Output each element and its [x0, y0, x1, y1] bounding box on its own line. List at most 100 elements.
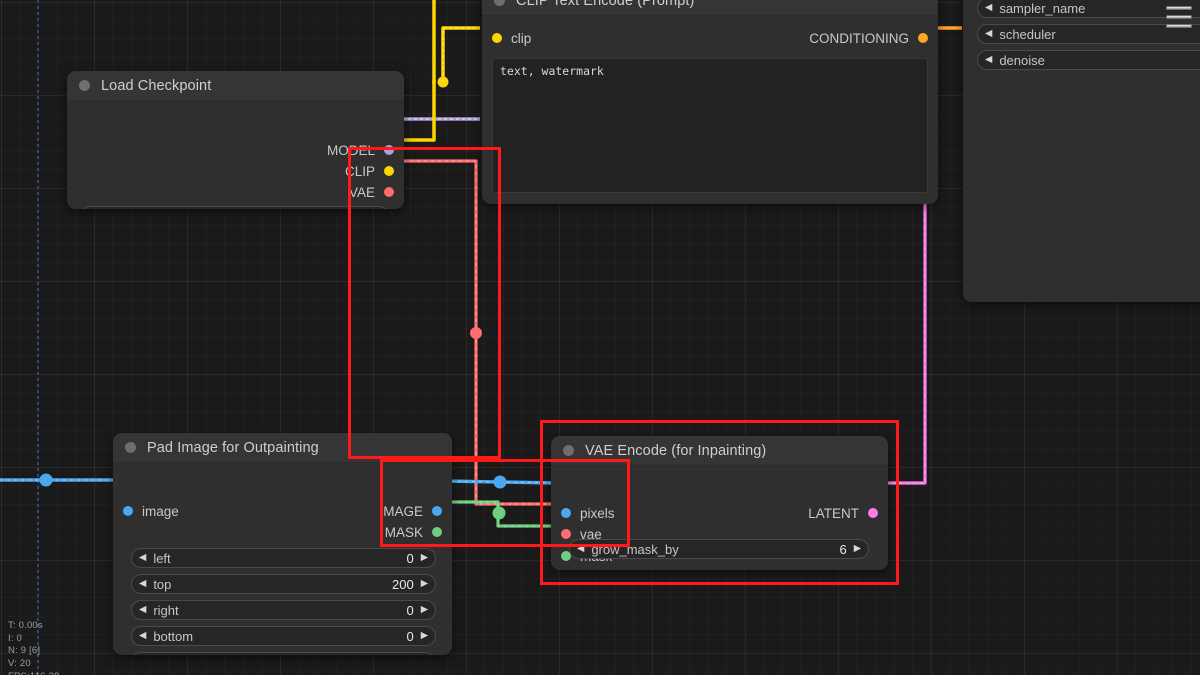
- node-title-bar[interactable]: Pad Image for Outpainting: [113, 433, 452, 463]
- model-slot-dot-icon[interactable]: [384, 145, 394, 155]
- input-slot-clip[interactable]: clip: [492, 29, 531, 47]
- widget-feathering[interactable]: ◀ feathering 100 ▶: [131, 652, 436, 655]
- widget-right[interactable]: ◀ right 0 ▶: [131, 600, 436, 620]
- node-title-text: VAE Encode (for Inpainting): [585, 442, 767, 459]
- widget-label: feathering: [153, 655, 392, 656]
- node-body: pixels vae mask LATENT ◀ grow_mask_by 6 …: [551, 466, 888, 570]
- node-load-checkpoint[interactable]: Load Checkpoint MODEL CLIP VAE ◀ ckpt_na…: [67, 71, 404, 209]
- vae-slot-dot-icon[interactable]: [561, 529, 571, 539]
- widget-label: bottom: [153, 628, 194, 644]
- clip-slot-dot-icon[interactable]: [384, 166, 394, 176]
- node-body: image IMAGE MASK ◀ left 0 ▶ ◀ top 200 ▶: [113, 463, 452, 655]
- increment-arrow-icon[interactable]: ▶: [421, 605, 428, 615]
- decrement-arrow-icon[interactable]: ◀: [139, 631, 146, 641]
- node-title-bar[interactable]: VAE Encode (for Inpainting): [551, 436, 888, 466]
- menu-bar-3: [1166, 24, 1192, 28]
- node-title-text: Load Checkpoint: [101, 77, 212, 94]
- image-slot-dot-icon[interactable]: [561, 508, 571, 518]
- widget-grow-mask-by[interactable]: ◀ grow_mask_by 6 ▶: [569, 539, 869, 559]
- image-slot-dot-icon[interactable]: [123, 506, 133, 516]
- output-slot-label: CLIP: [344, 163, 375, 179]
- menu-bar-2: [1166, 15, 1192, 19]
- collapse-dot-icon[interactable]: [79, 80, 90, 91]
- decrement-arrow-icon[interactable]: ◀: [985, 29, 992, 39]
- widget-label: right: [153, 602, 179, 618]
- input-slot-label: clip: [511, 30, 532, 46]
- node-body: ◀ sampler_name ◀ scheduler ◀ denoise: [963, 0, 1200, 302]
- node-body: MODEL CLIP VAE ◀ ckpt_name sd_xl_base_1.…: [67, 101, 404, 209]
- node-vae-encode-for-inpainting[interactable]: VAE Encode (for Inpainting) pixels vae m…: [551, 436, 888, 570]
- widget-value: 6: [839, 541, 847, 557]
- decrement-arrow-icon[interactable]: ◀: [139, 553, 146, 563]
- increment-arrow-icon[interactable]: ▶: [421, 579, 428, 589]
- node-title-bar[interactable]: Load Checkpoint: [67, 71, 404, 101]
- node-clip-text-encode[interactable]: CLIP Text Encode (Prompt) clip CONDITION…: [482, 0, 938, 204]
- widget-denoise[interactable]: ◀ denoise: [977, 50, 1200, 70]
- output-slot-vae[interactable]: VAE: [349, 183, 394, 201]
- widget-label: denoise: [999, 52, 1045, 68]
- alignment-guide-vertical: [37, 0, 39, 675]
- node-title-text: CLIP Text Encode (Prompt): [516, 0, 695, 9]
- input-slot-label: pixels: [580, 505, 615, 521]
- output-slot-label: MODEL: [326, 142, 375, 158]
- output-slot-conditioning[interactable]: CONDITIONING: [809, 29, 928, 47]
- image-slot-dot-icon[interactable]: [432, 506, 442, 516]
- mask-slot-dot-icon[interactable]: [432, 527, 442, 537]
- latent-slot-dot-icon[interactable]: [868, 508, 878, 518]
- widget-value: 0: [406, 602, 414, 618]
- widget-label: grow_mask_by: [591, 541, 679, 557]
- widget-value: 100: [392, 655, 414, 656]
- node-title-text: Pad Image for Outpainting: [147, 439, 319, 456]
- decrement-arrow-icon[interactable]: ◀: [985, 55, 992, 65]
- stat-iterations: I: 0: [8, 632, 23, 644]
- conditioning-slot-dot-icon[interactable]: [918, 33, 928, 43]
- widget-value: 0: [406, 628, 414, 644]
- clip-slot-dot-icon[interactable]: [492, 33, 502, 43]
- output-slot-label: LATENT: [808, 505, 859, 521]
- node-pad-image-for-outpainting[interactable]: Pad Image for Outpainting image IMAGE MA…: [113, 433, 452, 655]
- vae-slot-dot-icon[interactable]: [384, 187, 394, 197]
- decrement-arrow-icon[interactable]: ◀: [139, 605, 146, 615]
- widget-bottom[interactable]: ◀ bottom 0 ▶: [131, 626, 436, 646]
- widget-value: 200: [391, 576, 414, 592]
- canvas-stats-overlay: T: 0.00s I: 0 N: 9 [6] V: 20 FPS:116.28: [8, 620, 59, 675]
- decrement-arrow-icon[interactable]: ◀: [139, 579, 146, 589]
- prompt-textarea[interactable]: text, watermark: [492, 58, 928, 193]
- node-graph-canvas[interactable]: CLIP Text Encode (Prompt) clip CONDITION…: [0, 0, 1200, 675]
- node-title-bar[interactable]: CLIP Text Encode (Prompt): [482, 0, 938, 16]
- output-slot-model[interactable]: MODEL: [327, 141, 394, 159]
- output-slot-label: CONDITIONING: [809, 30, 909, 46]
- collapse-dot-icon[interactable]: [125, 442, 136, 453]
- output-slot-latent[interactable]: LATENT: [808, 504, 878, 522]
- widget-left[interactable]: ◀ left 0 ▶: [131, 548, 436, 568]
- decrement-arrow-icon[interactable]: ◀: [985, 3, 992, 13]
- widget-value: sd_xl_base_1.0.safetensors: [167, 209, 367, 210]
- widget-label: left: [153, 550, 171, 566]
- stat-vertices: V: 20: [8, 657, 31, 669]
- collapse-dot-icon[interactable]: [494, 0, 505, 6]
- input-slot-pixels[interactable]: pixels: [561, 504, 615, 522]
- node-ksampler[interactable]: ◀ sampler_name ◀ scheduler ◀ denoise: [963, 0, 1200, 302]
- node-body: clip CONDITIONING text, watermark: [482, 16, 938, 204]
- increment-arrow-icon[interactable]: ▶: [421, 631, 428, 641]
- decrement-arrow-icon[interactable]: ◀: [577, 544, 584, 554]
- menu-bar-1: [1166, 6, 1192, 10]
- output-slot-mask[interactable]: MASK: [385, 523, 442, 541]
- widget-label: ckpt_name: [103, 209, 167, 210]
- increment-arrow-icon[interactable]: ▶: [854, 544, 861, 554]
- stat-nodes: N: 9 [6]: [8, 645, 41, 657]
- output-slot-label: IMAGE: [379, 503, 423, 519]
- widget-ckpt-name[interactable]: ◀ ckpt_name sd_xl_base_1.0.safetensors ▶: [81, 206, 389, 209]
- output-slot-image[interactable]: IMAGE: [379, 502, 442, 520]
- output-slot-label: VAE: [348, 184, 375, 200]
- stat-fps: FPS:116.28: [8, 671, 59, 675]
- output-slot-label: MASK: [384, 524, 423, 540]
- collapse-dot-icon[interactable]: [563, 445, 574, 456]
- widget-value: 0: [406, 550, 414, 566]
- increment-arrow-icon[interactable]: ▶: [421, 553, 428, 563]
- hamburger-menu-icon[interactable]: [1162, 2, 1196, 32]
- widget-top[interactable]: ◀ top 200 ▶: [131, 574, 436, 594]
- input-slot-label: image: [142, 503, 179, 519]
- input-slot-image[interactable]: image: [123, 502, 179, 520]
- output-slot-clip[interactable]: CLIP: [345, 162, 394, 180]
